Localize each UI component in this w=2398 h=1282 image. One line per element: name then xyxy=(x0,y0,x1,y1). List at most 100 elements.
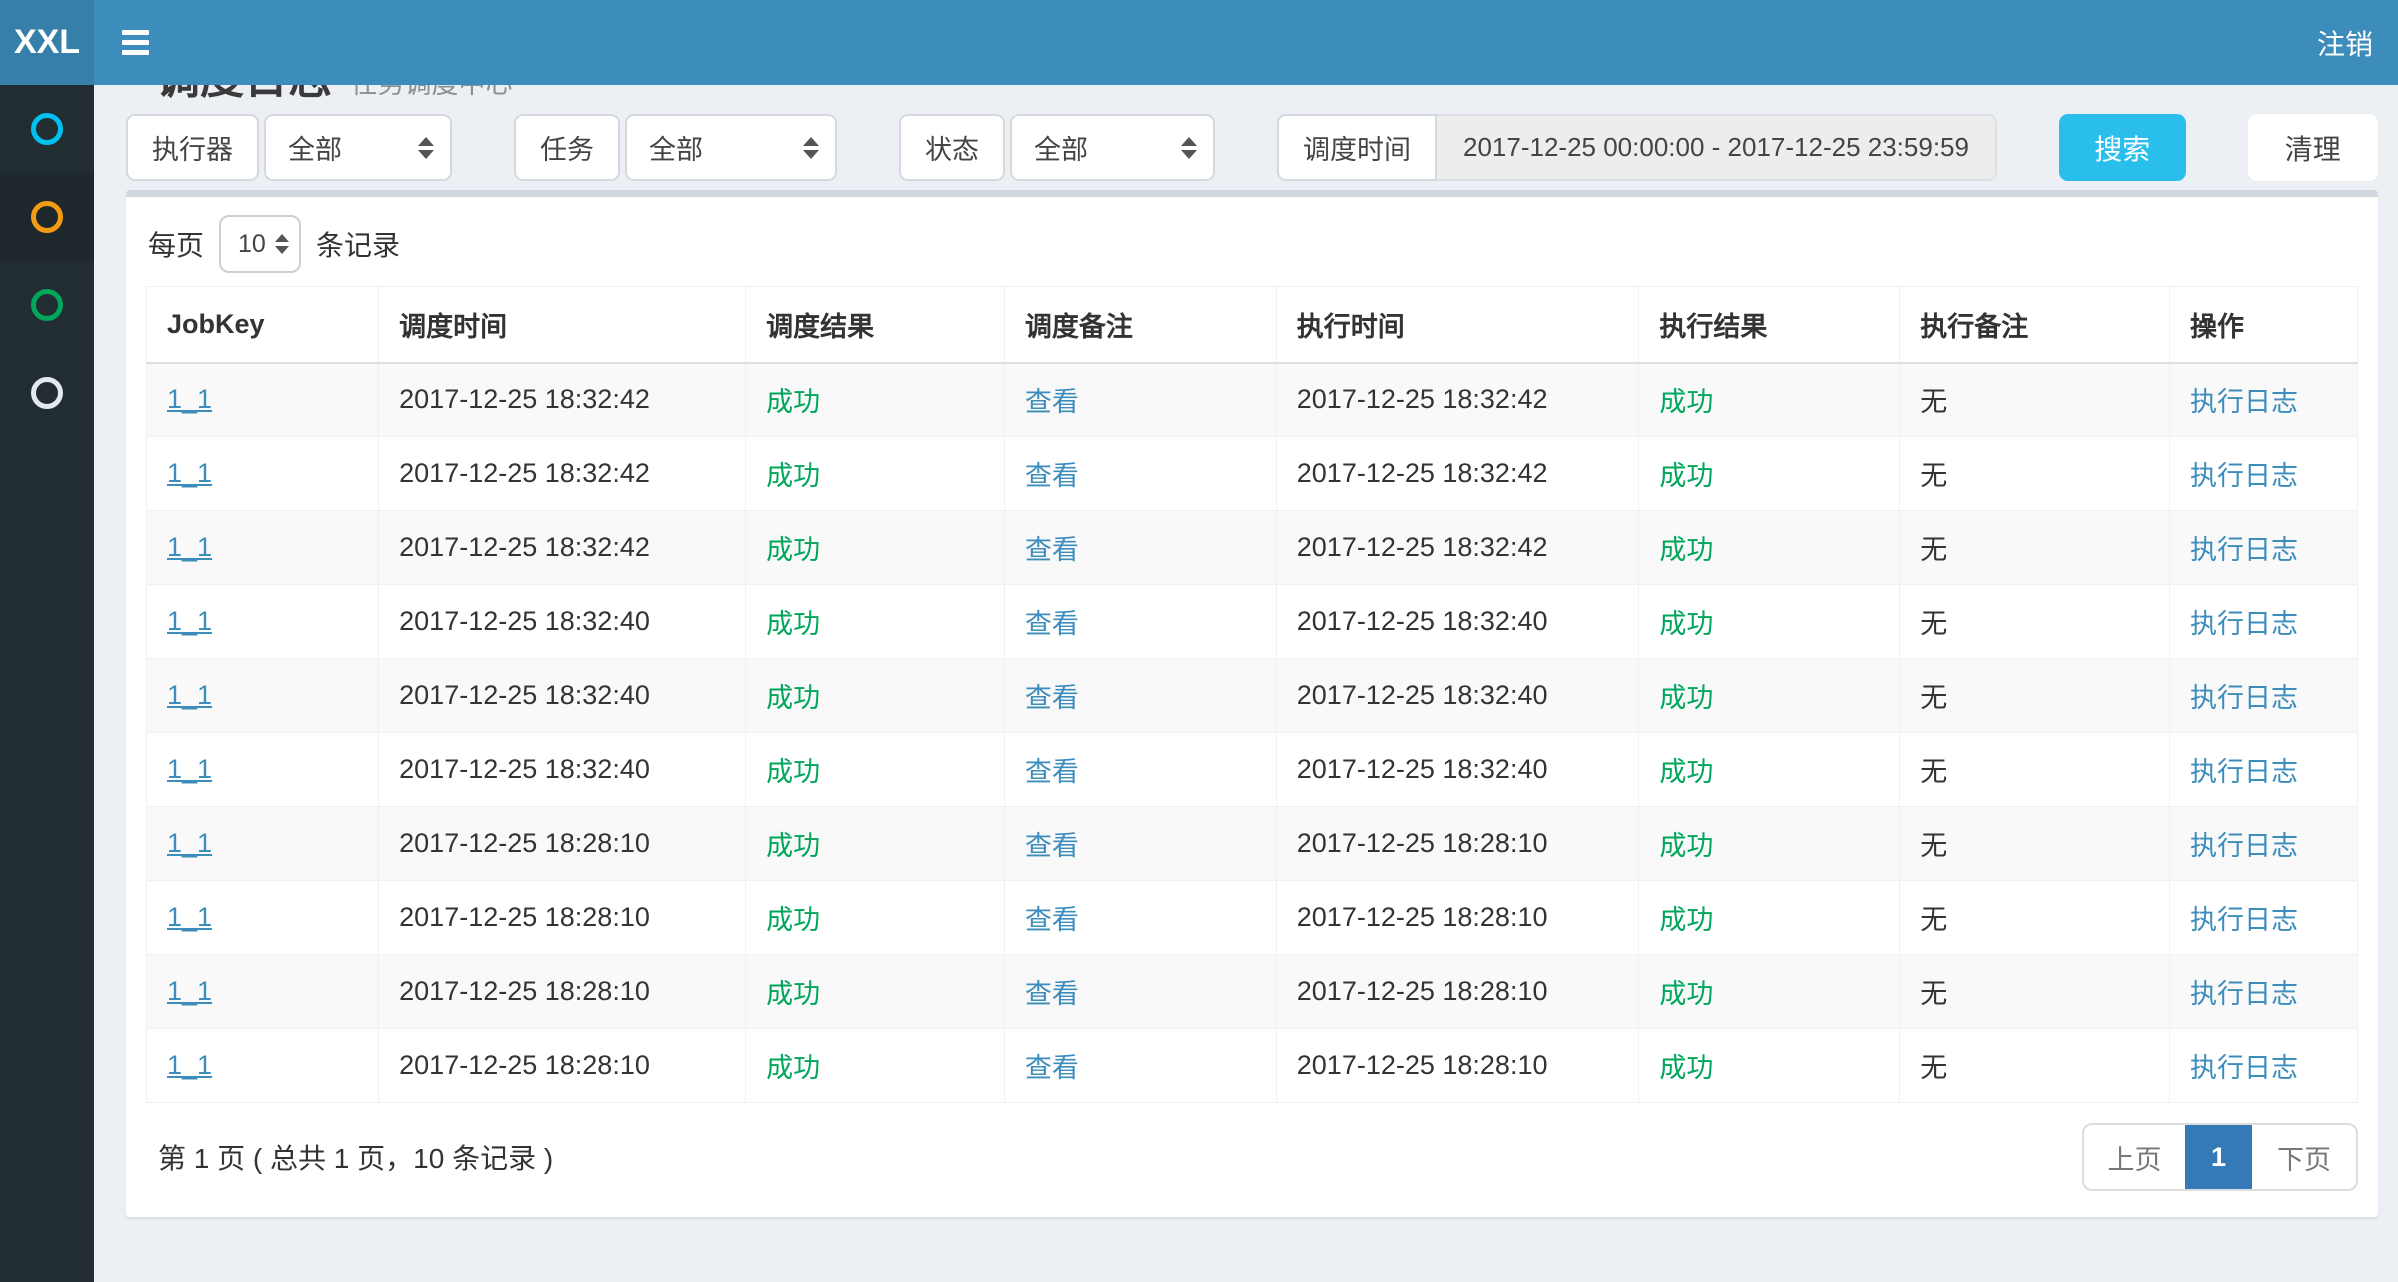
trigger-time-cell: 2017-12-25 18:28:10 xyxy=(379,1029,746,1103)
execution-log-link[interactable]: 执行日志 xyxy=(2190,831,2298,861)
table-row: 1_1 2017-12-25 18:32:40 成功 查看 2017-12-25… xyxy=(147,659,2358,733)
sidebar-item-nav-3[interactable] xyxy=(0,261,94,349)
hamburger-icon xyxy=(122,30,149,35)
executor-select[interactable]: 全部 xyxy=(264,114,452,181)
handle-time-cell: 2017-12-25 18:32:42 xyxy=(1276,437,1639,511)
trigger-msg-link[interactable]: 查看 xyxy=(1025,905,1079,935)
pagination-info: 第 1 页 ( 总共 1 页，10 条记录 ) xyxy=(158,1137,553,1177)
execution-log-link[interactable]: 执行日志 xyxy=(2190,979,2298,1009)
executor-select-value: 全部 xyxy=(288,128,342,167)
execution-log-link[interactable]: 执行日志 xyxy=(2190,1053,2298,1083)
status-filter-label: 状态 xyxy=(899,114,1005,181)
execution-log-link[interactable]: 执行日志 xyxy=(2190,757,2298,787)
log-table-panel: 每页 10 条记录 JobKey调度时间调度结果调度备注执行时间执行结果执行备注… xyxy=(126,190,2378,1217)
page-size-select[interactable]: 10 xyxy=(219,215,301,273)
handle-time-cell: 2017-12-25 18:32:42 xyxy=(1276,363,1639,437)
trigger-time-cell: 2017-12-25 18:28:10 xyxy=(379,955,746,1029)
trigger-time-cell: 2017-12-25 18:32:40 xyxy=(379,659,746,733)
prev-page-button[interactable]: 上页 xyxy=(2084,1125,2185,1189)
trigger-msg-link[interactable]: 查看 xyxy=(1025,979,1079,1009)
status-select[interactable]: 全部 xyxy=(1010,114,1215,181)
jobkey-link[interactable]: 1_1 xyxy=(167,532,212,562)
job-select-value: 全部 xyxy=(649,128,703,167)
select-stepper-icon xyxy=(1181,137,1197,159)
trigger-msg-link[interactable]: 查看 xyxy=(1025,535,1079,565)
trigger-msg-link[interactable]: 查看 xyxy=(1025,757,1079,787)
trigger-result-text: 成功 xyxy=(766,535,820,565)
jobkey-link[interactable]: 1_1 xyxy=(167,606,212,636)
jobkey-link[interactable]: 1_1 xyxy=(167,828,212,858)
logout-link[interactable]: 注销 xyxy=(2292,0,2398,85)
jobkey-link[interactable]: 1_1 xyxy=(167,754,212,784)
jobkey-link[interactable]: 1_1 xyxy=(167,384,212,414)
execution-log-link[interactable]: 执行日志 xyxy=(2190,609,2298,639)
filter-bar: 执行器 全部 任务 全部 状态 全部 调度时间 2017-12-25 00:00… xyxy=(126,114,2378,181)
jobkey-link[interactable]: 1_1 xyxy=(167,1050,212,1080)
circle-icon xyxy=(31,289,63,321)
sidebar-item-nav-4[interactable] xyxy=(0,349,94,437)
handle-msg-cell: 无 xyxy=(1900,733,2170,807)
handle-msg-cell: 无 xyxy=(1900,807,2170,881)
time-range-input[interactable]: 2017-12-25 00:00:00 - 2017-12-25 23:59:5… xyxy=(1437,114,1997,181)
jobkey-link[interactable]: 1_1 xyxy=(167,458,212,488)
executor-filter-group: 执行器 全部 xyxy=(126,114,452,181)
sidebar-menu xyxy=(0,85,94,1282)
hamburger-icon xyxy=(122,50,149,55)
trigger-result-text: 成功 xyxy=(766,609,820,639)
table-row: 1_1 2017-12-25 18:28:10 成功 查看 2017-12-25… xyxy=(147,955,2358,1029)
search-button[interactable]: 搜索 xyxy=(2059,114,2186,181)
execution-log-link[interactable]: 执行日志 xyxy=(2190,535,2298,565)
handle-msg-cell: 无 xyxy=(1900,955,2170,1029)
execution-log-link[interactable]: 执行日志 xyxy=(2190,461,2298,491)
trigger-result-text: 成功 xyxy=(766,387,820,417)
jobkey-link[interactable]: 1_1 xyxy=(167,976,212,1006)
handle-result-text: 成功 xyxy=(1659,609,1713,639)
trigger-result-text: 成功 xyxy=(766,757,820,787)
trigger-msg-link[interactable]: 查看 xyxy=(1025,461,1079,491)
trigger-msg-link[interactable]: 查看 xyxy=(1025,387,1079,417)
job-select[interactable]: 全部 xyxy=(625,114,837,181)
jobkey-link[interactable]: 1_1 xyxy=(167,680,212,710)
trigger-time-cell: 2017-12-25 18:28:10 xyxy=(379,881,746,955)
sidebar-toggle-button[interactable] xyxy=(94,0,177,85)
handle-time-cell: 2017-12-25 18:32:40 xyxy=(1276,659,1639,733)
app-logo[interactable]: XXL xyxy=(0,0,94,85)
handle-result-text: 成功 xyxy=(1659,683,1713,713)
handle-time-cell: 2017-12-25 18:32:42 xyxy=(1276,511,1639,585)
handle-result-text: 成功 xyxy=(1659,1053,1713,1083)
handle-msg-cell: 无 xyxy=(1900,881,2170,955)
time-filter-label: 调度时间 xyxy=(1277,114,1437,181)
handle-result-text: 成功 xyxy=(1659,535,1713,565)
table-row: 1_1 2017-12-25 18:32:42 成功 查看 2017-12-25… xyxy=(147,437,2358,511)
trigger-msg-link[interactable]: 查看 xyxy=(1025,831,1079,861)
pager: 上页 1 下页 xyxy=(2082,1123,2358,1191)
clear-button[interactable]: 清理 xyxy=(2248,114,2378,181)
select-stepper-icon xyxy=(803,137,819,159)
trigger-time-cell: 2017-12-25 18:32:40 xyxy=(379,733,746,807)
page-size-suffix-label: 条记录 xyxy=(316,224,400,264)
sidebar-item-nav-2[interactable] xyxy=(0,173,94,261)
select-stepper-icon xyxy=(418,137,434,159)
trigger-time-cell: 2017-12-25 18:32:40 xyxy=(379,585,746,659)
execution-log-link[interactable]: 执行日志 xyxy=(2190,683,2298,713)
sidebar-item-nav-1[interactable] xyxy=(0,85,94,173)
jobkey-link[interactable]: 1_1 xyxy=(167,902,212,932)
handle-time-cell: 2017-12-25 18:28:10 xyxy=(1276,807,1639,881)
trigger-msg-link[interactable]: 查看 xyxy=(1025,609,1079,639)
handle-time-cell: 2017-12-25 18:28:10 xyxy=(1276,1029,1639,1103)
next-page-button[interactable]: 下页 xyxy=(2252,1125,2356,1189)
handle-msg-cell: 无 xyxy=(1900,363,2170,437)
circle-icon xyxy=(31,113,63,145)
trigger-msg-link[interactable]: 查看 xyxy=(1025,683,1079,713)
table-row: 1_1 2017-12-25 18:28:10 成功 查看 2017-12-25… xyxy=(147,881,2358,955)
execution-log-link[interactable]: 执行日志 xyxy=(2190,905,2298,935)
current-page-button[interactable]: 1 xyxy=(2185,1125,2252,1189)
execution-log-link[interactable]: 执行日志 xyxy=(2190,387,2298,417)
handle-result-text: 成功 xyxy=(1659,757,1713,787)
trigger-msg-link[interactable]: 查看 xyxy=(1025,1053,1079,1083)
handle-time-cell: 2017-12-25 18:28:10 xyxy=(1276,881,1639,955)
table-row: 1_1 2017-12-25 18:32:40 成功 查看 2017-12-25… xyxy=(147,733,2358,807)
page-size-value: 10 xyxy=(238,230,266,259)
page-size-prefix-label: 每页 xyxy=(148,224,204,264)
handle-time-cell: 2017-12-25 18:28:10 xyxy=(1276,955,1639,1029)
